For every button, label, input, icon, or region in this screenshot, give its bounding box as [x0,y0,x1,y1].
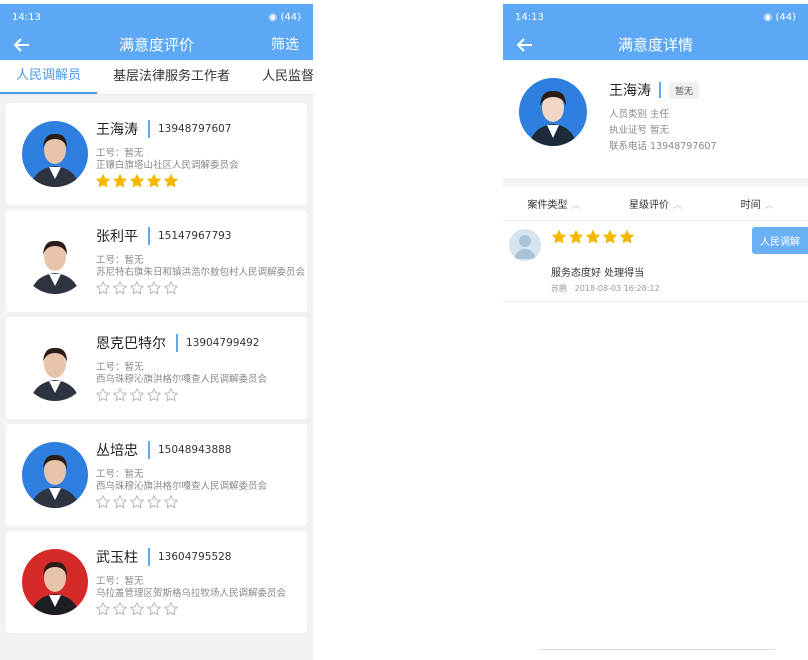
person-card[interactable]: 恩克巴特尔 13904799492 工号：暂无 西乌珠穆沁旗洪格尔嘎查人民调解委… [6,317,307,419]
person-card[interactable]: 丛培忠 15048943888 工号：暂无 西乌珠穆沁旗洪格尔嘎查人民调解委员会 [6,424,307,526]
person-rating [95,494,179,510]
star-empty-icon [147,281,161,295]
person-card[interactable]: 张利平 15147967793 工号：暂无 苏尼特右旗朱日和镇洪浩尔敖包村人民调… [6,210,307,312]
sort-case-type[interactable]: 案件类型 ︿ [503,196,605,211]
reviewer-avatar [509,229,541,261]
review-meta: 苏鹏 2018-08-03 16:28:12 [551,284,660,293]
star-empty-icon [130,495,144,509]
person-card[interactable]: 武玉柱 13604795528 工号：暂无 乌拉盖管理区贺斯格乌拉牧场人民调解委… [6,531,307,633]
star-empty-icon [96,281,110,295]
profile-badge: 暂无 [669,81,700,99]
review-item[interactable]: 人民调解 服务态度好 处理得当 苏鹏 2018-08-03 16:28:12 [503,221,808,302]
page-title: 满意度评价 [118,36,194,54]
star-empty-icon [113,281,127,295]
tab-mediator[interactable]: 人民调解员 [0,60,98,94]
star-filled-icon [164,174,178,188]
person-card[interactable]: 王海涛 13948797607 工号：暂无 正镶白旗塔山社区人民调解委员会 [6,103,307,205]
person-rating [95,387,179,403]
right-screen: 14:13 ◉ (44) 满意度详情 王海涛 暂无 人员类别 主任 执业证号 暂… [503,4,808,660]
star-empty-icon [130,281,144,295]
person-name: 丛培忠 [96,443,138,459]
person-name: 恩克巴特尔 [96,336,166,352]
star-filled-icon [603,230,617,244]
review-rating [551,229,635,245]
people-list: 王海涛 13948797607 工号：暂无 正镶白旗塔山社区人民调解委员会 张利… [0,95,313,633]
star-empty-icon [96,495,110,509]
chevron-up-icon: ︿ [571,200,581,211]
person-meta: 工号：暂无 正镶白旗塔山社区人民调解委员会 [96,148,239,171]
avatar [22,121,88,187]
person-rating [95,280,179,296]
star-empty-icon [113,388,127,402]
person-meta: 工号：暂无 乌拉盖管理区贺斯格乌拉牧场人民调解委员会 [96,576,287,599]
star-empty-icon [147,495,161,509]
star-filled-icon [586,230,600,244]
battery-icon: ◉ (44) [268,11,301,23]
tab-supervisor[interactable]: 人民监督员 [246,60,313,94]
star-empty-icon [164,602,178,616]
person-meta: 工号：暂无 苏尼特右旗朱日和镇洪浩尔敖包村人民调解委员会 [96,255,306,278]
avatar [22,335,88,401]
star-empty-icon [164,495,178,509]
star-empty-icon [147,388,161,402]
app-bar: 满意度详情 [503,30,808,60]
star-filled-icon [569,230,583,244]
person-name: 张利平 [96,229,138,245]
category-tabs: 人民调解员 基层法律服务工作者 人民监督员 [0,60,313,95]
person-phone: 13604795528 [158,551,232,563]
status-bar: 14:13 ◉ (44) [503,4,808,30]
star-filled-icon [96,174,110,188]
star-empty-icon [164,281,178,295]
app-bar: 满意度评价 筛选 [0,30,313,60]
sort-time[interactable]: 时间 ︿ [706,196,808,211]
chevron-up-icon: ︿ [764,200,774,211]
person-phone: 13904799492 [186,337,260,349]
star-empty-icon [130,388,144,402]
page-title: 满意度详情 [617,36,693,54]
left-screen: 14:13 ◉ (44) 满意度评价 筛选 人民调解员 基层法律服务工作者 人民… [0,4,313,660]
person-name: 武玉柱 [96,550,138,566]
avatar [22,228,88,294]
status-time: 14:13 [515,11,544,23]
star-empty-icon [130,602,144,616]
person-phone: 15147967793 [158,230,232,242]
profile-type: 人员类别 主任 [609,109,670,120]
chevron-up-icon: ︿ [673,200,683,211]
filter-button[interactable]: 筛选 [271,30,299,60]
person-meta: 工号：暂无 西乌珠穆沁旗洪格尔嘎查人民调解委员会 [96,362,268,385]
avatar [22,442,88,508]
sort-rating[interactable]: 星级评价 ︿ [605,196,707,211]
profile-license: 执业证号 暂无 [609,125,670,136]
star-filled-icon [130,174,144,188]
star-empty-icon [96,388,110,402]
person-rating [95,173,179,189]
person-phone: 13948797607 [158,123,232,135]
sort-bar: 案件类型 ︿ 星级评价 ︿ 时间 ︿ [503,186,808,221]
star-empty-icon [164,388,178,402]
star-filled-icon [552,230,566,244]
review-text: 服务态度好 处理得当 [551,268,645,279]
profile-name: 王海涛 [609,83,651,99]
star-filled-icon [620,230,634,244]
person-meta: 工号：暂无 西乌珠穆沁旗洪格尔嘎查人民调解委员会 [96,469,268,492]
person-phone: 15048943888 [158,444,232,456]
star-empty-icon [96,602,110,616]
case-type-tag[interactable]: 人民调解 [752,227,808,254]
status-time: 14:13 [12,11,41,23]
star-filled-icon [147,174,161,188]
avatar [519,78,587,146]
status-bar: 14:13 ◉ (44) [0,4,313,30]
nav-bar-line [539,649,775,650]
profile-card: 王海涛 暂无 人员类别 主任 执业证号 暂无 联系电话 13948797607 [503,60,808,186]
profile-phone: 联系电话 13948797607 [609,141,717,152]
person-name: 王海涛 [96,122,138,138]
person-rating [95,601,179,617]
star-empty-icon [113,495,127,509]
avatar [22,549,88,615]
tab-legal-worker[interactable]: 基层法律服务工作者 [97,60,246,94]
battery-icon: ◉ (44) [763,11,796,23]
star-empty-icon [113,602,127,616]
star-filled-icon [113,174,127,188]
star-empty-icon [147,602,161,616]
